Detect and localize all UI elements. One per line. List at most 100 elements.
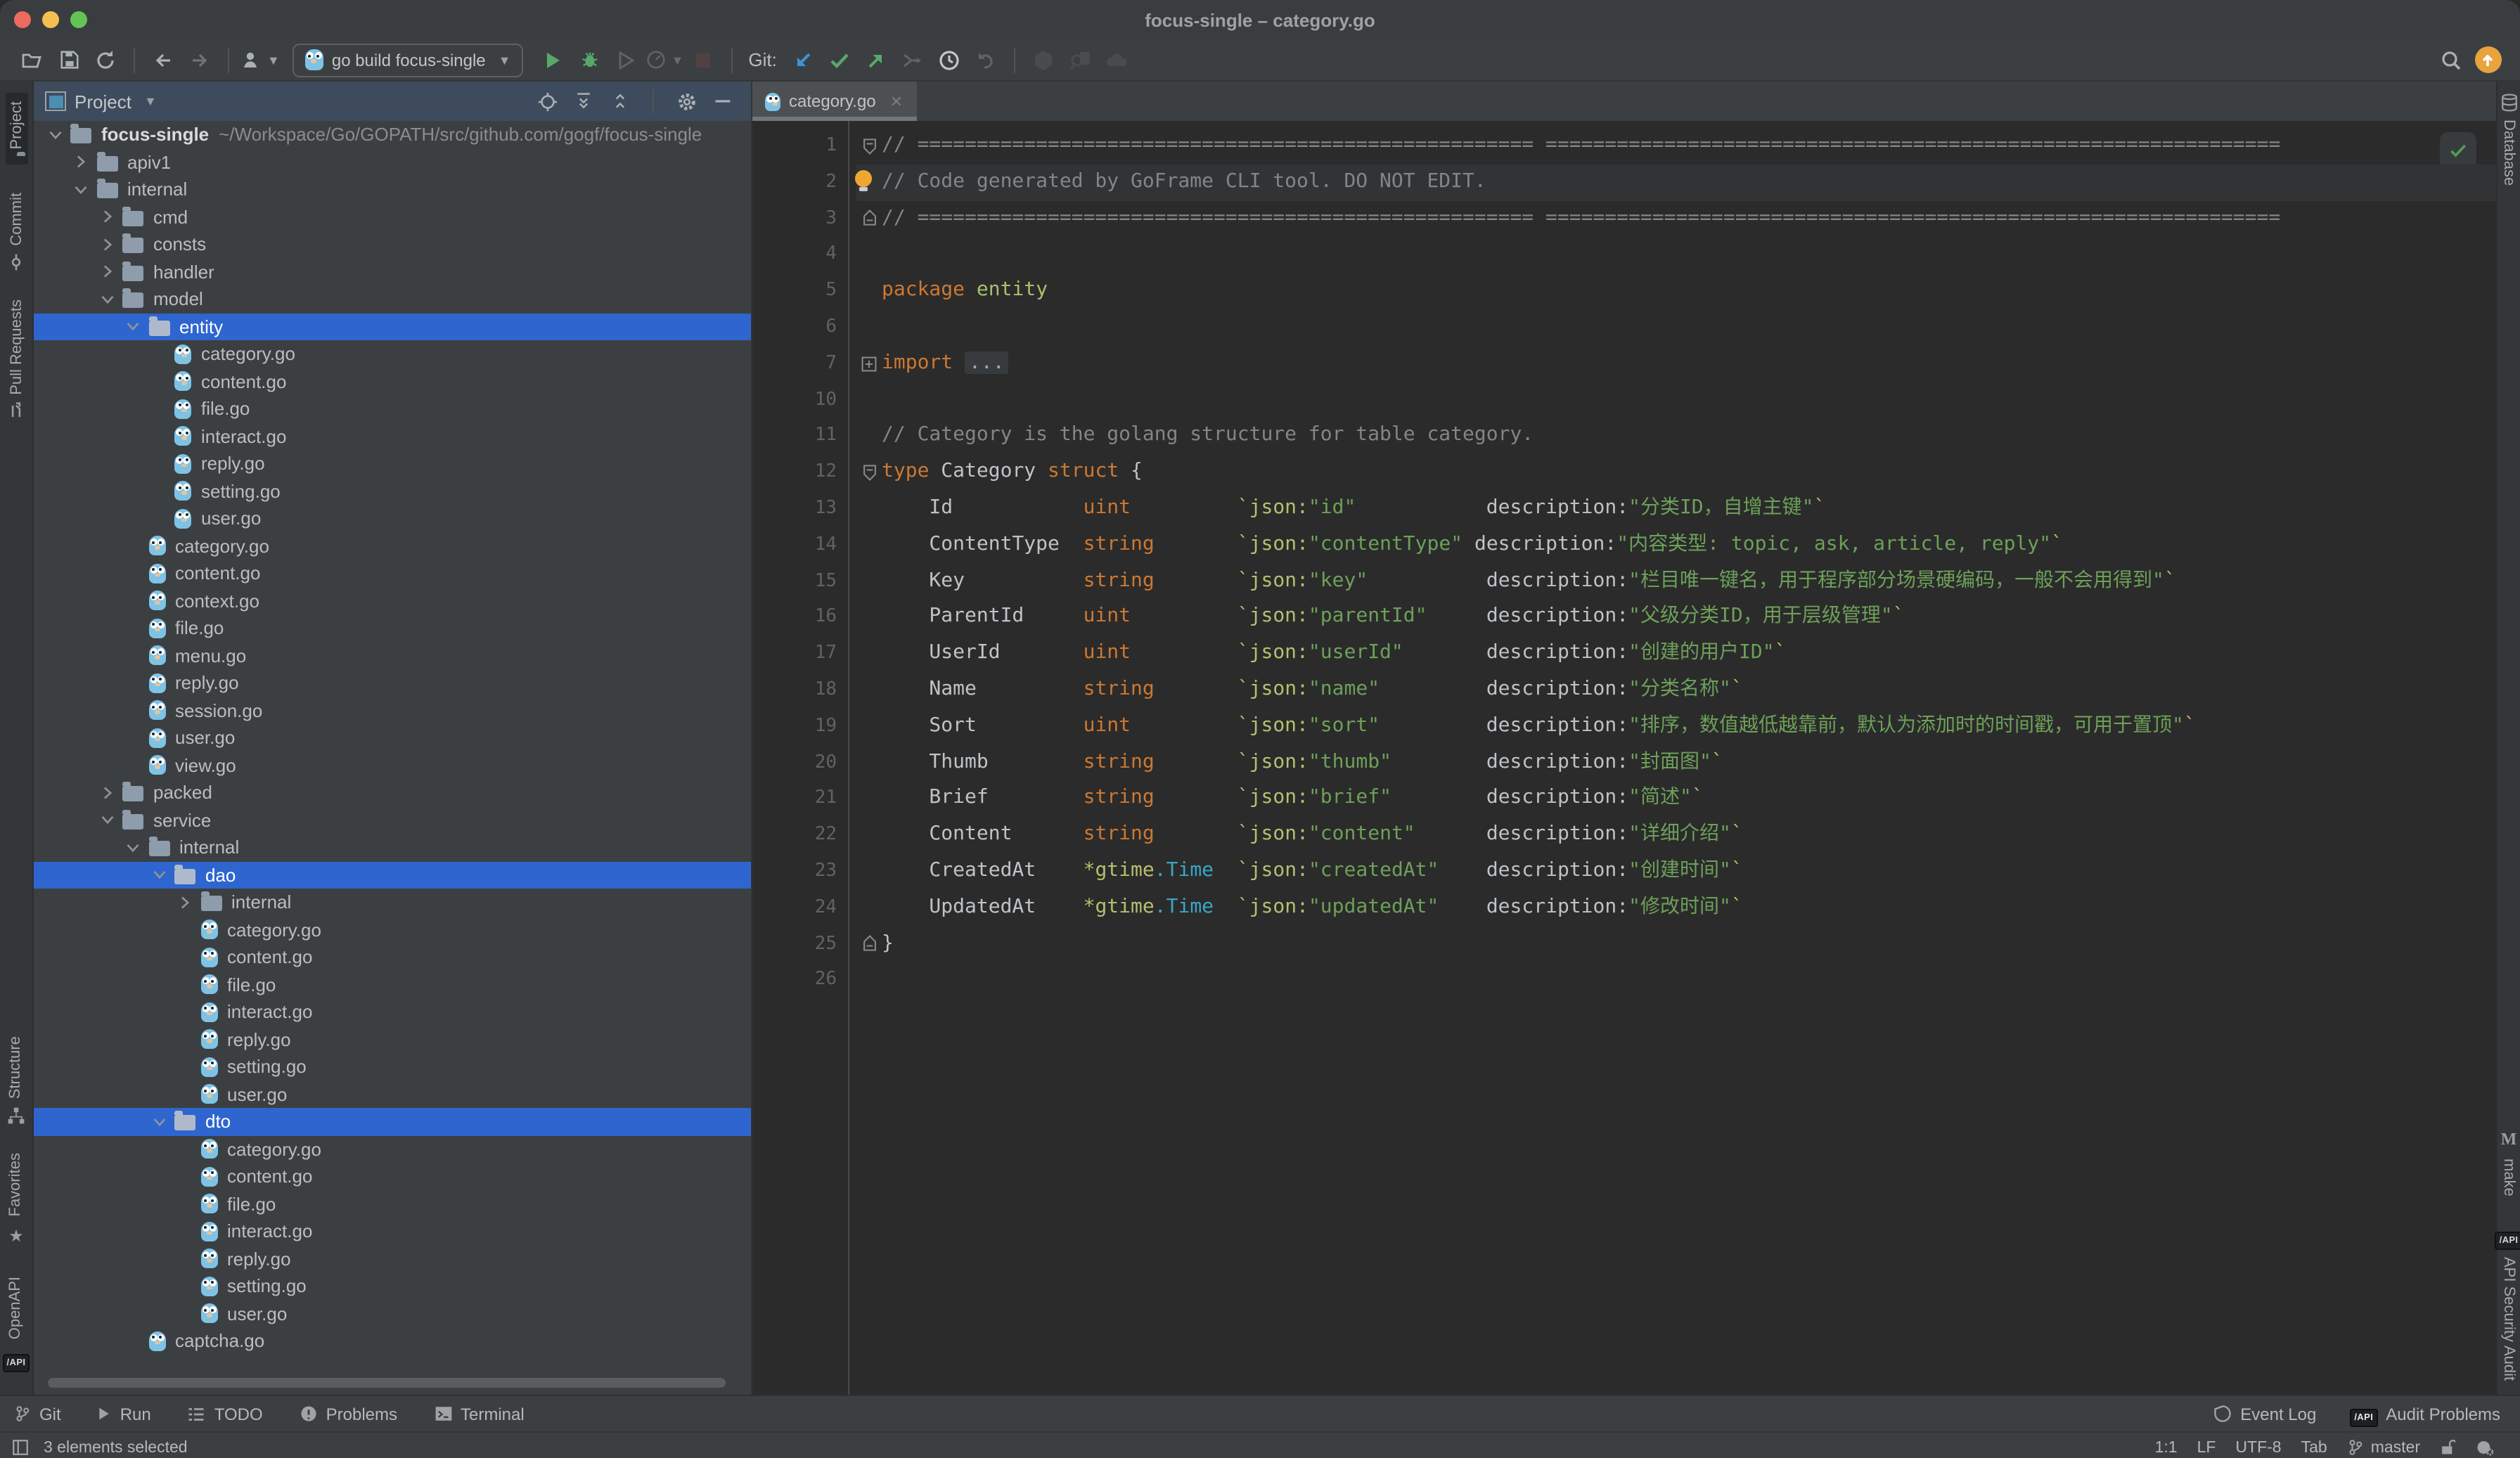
tree-item-setting-go[interactable]: setting.go (34, 1272, 751, 1300)
code-text[interactable] (882, 382, 2496, 418)
status-indent-style[interactable]: Tab (2301, 1439, 2327, 1456)
tree-item-file-go[interactable]: file.go (34, 971, 751, 998)
settings-gear-icon[interactable] (672, 87, 700, 115)
tree-item-content-go[interactable]: content.go (34, 368, 751, 395)
sync-icon[interactable] (89, 43, 122, 77)
code-text[interactable]: Id uint `json:"id" description:"分类ID，自增主… (882, 491, 2496, 527)
code-line-16[interactable]: 16 ParentId uint `json:"parentId" descri… (752, 600, 2496, 636)
code-text[interactable]: } (882, 926, 2496, 962)
file-lock-icon[interactable] (2440, 1438, 2455, 1457)
open-icon[interactable] (15, 43, 49, 77)
line-number[interactable]: 11 (752, 418, 856, 455)
code-text[interactable]: // Code generated by GoFrame CLI tool. D… (882, 164, 2496, 201)
tree-chevron-icon[interactable] (71, 180, 91, 200)
code-text[interactable]: Content string `json:"content" descripti… (882, 817, 2496, 853)
toolwindow-button-event-log[interactable]: Event Log (2213, 1404, 2316, 1424)
toolwindow-button-openapi[interactable]: OpenAPI/API (3, 1277, 30, 1372)
line-number[interactable]: 21 (752, 781, 856, 818)
toolwindow-button-project[interactable]: Project (5, 93, 27, 165)
toolwindow-button-api-security-audit[interactable]: /APIAPI Security Audit (2495, 1225, 2520, 1381)
tree-item-apiv1[interactable]: apiv1 (34, 148, 751, 176)
line-number[interactable]: 2 (752, 164, 856, 201)
code-text[interactable] (882, 962, 2496, 999)
tree-item-interact-go[interactable]: interact.go (34, 1218, 751, 1245)
tree-item-session-go[interactable]: session.go (34, 697, 751, 724)
code-line-7[interactable]: 7import ... (752, 346, 2496, 382)
toolwindow-toggle-icon[interactable] (11, 1438, 30, 1457)
highlighting-level-icon[interactable] (2475, 1438, 2495, 1457)
line-number[interactable]: 20 (752, 744, 856, 781)
git-rollback-icon[interactable] (970, 43, 1003, 77)
tree-item-view-go[interactable]: view.go (34, 751, 751, 779)
tree-item-reply-go[interactable]: reply.go (34, 669, 751, 697)
tree-item-category-go[interactable]: category.go (34, 532, 751, 560)
code-text[interactable]: UpdatedAt *gtime.Time `json:"updatedAt" … (882, 889, 2496, 926)
line-number[interactable]: 18 (752, 672, 856, 709)
code-line-24[interactable]: 24 UpdatedAt *gtime.Time `json:"updatedA… (752, 889, 2496, 926)
code-line-26[interactable]: 26 (752, 962, 2496, 999)
cloud-icon[interactable] (1100, 43, 1134, 77)
tree-item-content-go[interactable]: content.go (34, 1163, 751, 1190)
code-line-17[interactable]: 17 UserId uint `json:"userId" descriptio… (752, 636, 2496, 672)
tree-item-reply-go[interactable]: reply.go (34, 1026, 751, 1053)
git-merge-icon[interactable] (896, 43, 930, 77)
line-number[interactable]: 24 (752, 889, 856, 926)
tree-item-service[interactable]: service (34, 806, 751, 834)
tree-item-user-go[interactable]: user.go (34, 1300, 751, 1327)
code-line-12[interactable]: 12 type Category struct { (752, 454, 2496, 491)
line-number[interactable]: 1 (752, 128, 856, 164)
search-everywhere-icon[interactable] (2434, 43, 2468, 77)
code-with-me-icon[interactable]: ▼ (240, 43, 280, 77)
tree-item-internal[interactable]: internal (34, 834, 751, 861)
line-number[interactable]: 12 (752, 454, 856, 491)
line-number[interactable]: 3 (752, 200, 856, 237)
code-text[interactable]: type Category struct { (882, 454, 2496, 491)
tree-item-setting-go[interactable]: setting.go (34, 1053, 751, 1080)
tree-chevron-icon[interactable] (97, 235, 117, 254)
save-all-icon[interactable] (52, 43, 86, 77)
status-git-branch[interactable]: master (2347, 1438, 2420, 1457)
line-number[interactable]: 19 (752, 709, 856, 745)
code-line-15[interactable]: 15 Key string `json:"key" description:"栏… (752, 563, 2496, 600)
fold-marker-icon[interactable] (856, 454, 882, 491)
code-text[interactable]: ParentId uint `json:"parentId" descripti… (882, 600, 2496, 636)
git-push-icon[interactable] (860, 43, 894, 77)
code-text[interactable] (882, 309, 2496, 346)
toolwindow-button-database[interactable]: Database (2500, 93, 2518, 186)
debug-icon[interactable] (573, 43, 607, 77)
line-number[interactable]: 7 (752, 346, 856, 382)
find-in-files-icon[interactable] (1064, 43, 1098, 77)
code-line-14[interactable]: 14 ContentType string `json:"contentType… (752, 527, 2496, 564)
run-with-coverage-icon[interactable] (610, 43, 643, 77)
code-line-4[interactable]: 4 (752, 237, 2496, 273)
tree-item-menu-go[interactable]: menu.go (34, 642, 751, 669)
line-number[interactable]: 16 (752, 600, 856, 636)
tree-chevron-icon[interactable] (97, 783, 117, 803)
code-line-22[interactable]: 22 Content string `json:"content" descri… (752, 817, 2496, 853)
tree-item-user-go[interactable]: user.go (34, 505, 751, 532)
tree-item-user-go[interactable]: user.go (34, 1080, 751, 1108)
stop-icon[interactable] (686, 43, 720, 77)
tree-item-focus-single[interactable]: focus-single~/Workspace/Go/GOPATH/src/gi… (34, 121, 751, 148)
code-line-5[interactable]: 5package entity (752, 273, 2496, 309)
code-line-1[interactable]: 1 // ====================================… (752, 128, 2496, 164)
tree-item-internal[interactable]: internal (34, 176, 751, 203)
collapse-all-icon[interactable] (606, 87, 634, 115)
toolwindow-button-audit-problems[interactable]: /APIAudit Problems (2350, 1404, 2500, 1424)
toolwindow-button-structure[interactable]: Structure (7, 1037, 25, 1125)
code-text[interactable]: Brief string `json:"brief" description:"… (882, 781, 2496, 818)
code-line-19[interactable]: 19 Sort uint `json:"sort" description:"排… (752, 709, 2496, 745)
tree-item-packed[interactable]: packed (34, 779, 751, 806)
code-text[interactable] (882, 237, 2496, 273)
code-line-18[interactable]: 18 Name string `json:"name" description:… (752, 672, 2496, 709)
tree-item-entity[interactable]: entity (34, 313, 751, 340)
tree-item-file-go[interactable]: file.go (34, 1190, 751, 1218)
code-line-20[interactable]: 20 Thumb string `json:"thumb" descriptio… (752, 744, 2496, 781)
tree-horizontal-scrollbar[interactable] (48, 1378, 726, 1388)
close-tab-icon[interactable]: ✕ (890, 92, 903, 110)
code-text[interactable]: // =====================================… (882, 128, 2496, 164)
tree-item-category-go[interactable]: category.go (34, 916, 751, 943)
tree-item-cmd[interactable]: cmd (34, 203, 751, 231)
tree-chevron-icon[interactable] (97, 207, 117, 227)
tree-item-dto[interactable]: dto (34, 1108, 751, 1135)
